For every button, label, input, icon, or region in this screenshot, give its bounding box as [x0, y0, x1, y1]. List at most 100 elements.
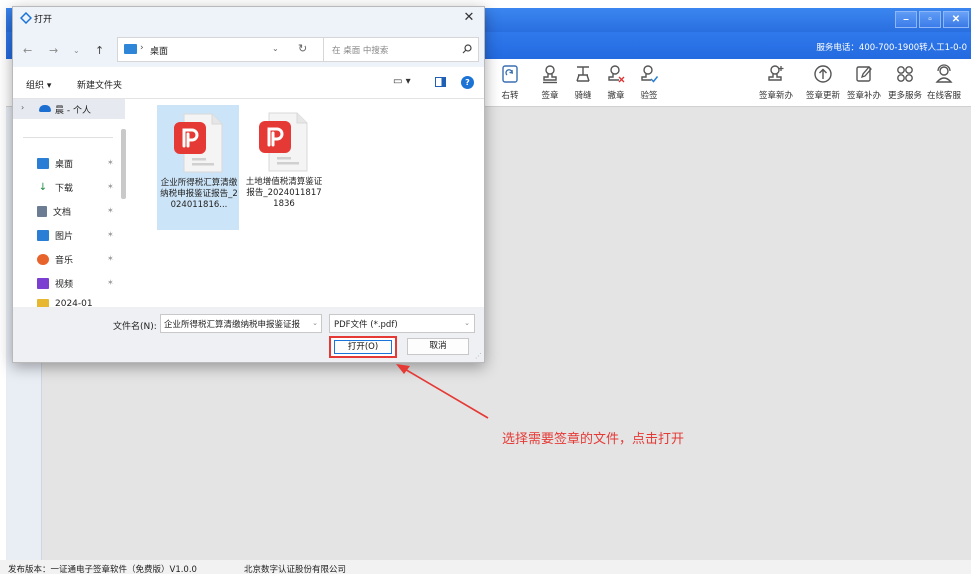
dialog-titlebar: 打开 ✕ [13, 7, 484, 29]
address-bar[interactable]: › 桌面 ⌄ ↻ [117, 37, 329, 62]
dialog-navigation-bar: ← → ⌄ ↑ › 桌面 ⌄ ↻ 在 桌面 中搜索 [13, 29, 484, 67]
search-placeholder: 在 桌面 中搜索 [332, 46, 389, 56]
stamp-icon [539, 63, 561, 85]
dialog-sidebar: › 晨 - 个人 桌面 ✶ ↓ 下载 ✶ 文档 ✶ 图片 ✶ 音乐 ✶ 视频 ✶… [13, 99, 129, 307]
sidebar-item-downloads[interactable]: ↓ 下载 [37, 180, 73, 194]
sidebar-item-pictures[interactable]: 图片 [37, 228, 73, 242]
toolbar-verify-button[interactable]: 验签 [629, 63, 669, 101]
filetype-chevron-icon: ⌄ [464, 319, 470, 327]
filetype-select[interactable]: PDF文件 (*.pdf) ⌄ [329, 314, 475, 333]
sidebar-item-videos[interactable]: 视频 [37, 276, 73, 290]
pdf-file-icon [259, 112, 308, 172]
forward-arrow-icon[interactable]: → [49, 44, 58, 57]
toolbar-online-support-button[interactable]: 在线客服 [924, 63, 964, 101]
recent-locations-chevron-icon[interactable]: ⌄ [73, 46, 80, 55]
toolbar-new-stamp-button[interactable]: 签章新办 [756, 63, 796, 101]
revoke-stamp-icon [605, 63, 627, 85]
new-stamp-icon [765, 63, 787, 85]
pin-icon: ✶ [107, 182, 114, 191]
toolbar-rotate-right-button[interactable]: 右转 [490, 63, 530, 101]
cloud-icon [39, 105, 51, 112]
download-icon: ↓ [38, 181, 48, 193]
sidebar-item-2024-01[interactable]: 2024-01 [37, 299, 93, 307]
status-company: 北京数字认证股份有限公司 [244, 565, 347, 575]
open-button[interactable]: 打开(O) [334, 340, 392, 354]
service-phone-text: 服务电话：400-700-1900转人工1-0-0 [816, 43, 967, 53]
dialog-command-bar: 组织 ▾ 新建文件夹 ▭ ▾ ? [13, 67, 484, 99]
status-version: 发布版本：一证通电子签章软件（免费版）V1.0.0 [8, 565, 197, 575]
desktop-icon [37, 157, 49, 169]
search-icon [462, 44, 472, 54]
toolbar-reissue-stamp-button[interactable]: 签章补办 [844, 63, 884, 101]
up-folder-arrow-icon[interactable]: ↑ [95, 44, 104, 57]
sidebar-item-music[interactable]: 音乐 [37, 252, 73, 266]
preview-pane-icon[interactable] [435, 77, 446, 87]
filename-dropdown-chevron-icon[interactable]: ⌄ [312, 319, 318, 327]
toolbar-label: 签章 [541, 91, 559, 101]
new-folder-button[interactable]: 新建文件夹 [77, 78, 122, 91]
seam-stamp-icon [572, 63, 594, 85]
sidebar-item-label: 2024-01 [55, 299, 93, 307]
back-arrow-icon[interactable]: ← [23, 44, 32, 57]
filename-value: 企业所得税汇算清缴纳税申报鉴证报 [164, 320, 301, 330]
toolbar-label: 签章更新 [805, 91, 840, 101]
close-app-button[interactable]: ✕ [943, 11, 969, 28]
view-options-icon[interactable]: ▭ ▾ [393, 76, 411, 87]
sidebar-item-label: 文档 [53, 207, 72, 218]
sidebar-item-personal[interactable]: › 晨 - 个人 [13, 99, 125, 119]
verify-signature-icon [638, 63, 660, 85]
status-bar: 发布版本：一证通电子签章软件（免费版）V1.0.0 北京数字认证股份有限公司 [0, 560, 971, 575]
breadcrumb-desktop[interactable]: 桌面 [150, 44, 168, 57]
resize-grip-icon[interactable]: ⋰ [475, 352, 482, 360]
video-icon [37, 277, 49, 289]
sidebar-item-label: 桌面 [55, 159, 74, 170]
help-icon[interactable]: ? [461, 76, 474, 89]
reissue-stamp-icon [853, 63, 875, 85]
open-button-highlight: 打开(O) [329, 336, 397, 358]
toolbar-more-services-button[interactable]: 更多服务 [885, 63, 925, 101]
sidebar-scrollbar[interactable] [121, 129, 126, 199]
file-item[interactable]: 企业所得税汇算清缴纳税申报鉴证报告_2024011816... [157, 105, 239, 230]
toolbar-label: 右转 [501, 91, 519, 101]
sidebar-item-label: 下载 [55, 183, 74, 194]
file-item[interactable]: 土地增值税清算鉴证报告_20240118171836 [243, 105, 325, 230]
file-list: 企业所得税汇算清缴纳税申报鉴证报告_2024011816... 土地增值税清算鉴… [129, 99, 484, 307]
expand-chevron-icon[interactable]: › [21, 103, 24, 112]
sidebar-item-label: 视频 [55, 279, 74, 290]
document-icon [37, 205, 47, 217]
sidebar-item-label: 晨 - 个人 [55, 106, 91, 116]
toolbar-label: 在线客服 [926, 91, 961, 101]
toolbar-label: 签章补办 [846, 91, 881, 101]
sidebar-item-desktop[interactable]: 桌面 [37, 156, 73, 170]
restore-button[interactable]: ▫ [919, 11, 941, 28]
filetype-value: PDF文件 (*.pdf) [334, 320, 398, 330]
toolbar-label: 撤章 [607, 91, 625, 101]
filename-input[interactable]: 企业所得税汇算清缴纳税申报鉴证报 ⌄ [160, 314, 322, 333]
pin-icon: ✶ [107, 254, 114, 263]
desktop-folder-icon [124, 44, 137, 54]
annotation-text: 选择需要签章的文件，点击打开 [502, 432, 685, 447]
minimize-button[interactable]: – [895, 11, 917, 28]
more-services-icon [894, 63, 916, 85]
picture-icon [37, 229, 49, 241]
sidebar-item-label: 音乐 [55, 255, 74, 266]
toolbar-label: 更多服务 [887, 91, 922, 101]
toolbar-label: 验签 [640, 91, 658, 101]
rotate-right-icon [499, 63, 521, 85]
search-input[interactable]: 在 桌面 中搜索 [323, 37, 479, 62]
refresh-icon[interactable]: ↻ [298, 42, 307, 55]
sidebar-item-label: 图片 [55, 231, 74, 242]
address-dropdown-chevron-icon[interactable]: ⌄ [272, 44, 279, 53]
organize-menu-button[interactable]: 组织 ▾ [26, 78, 51, 91]
dialog-app-icon [20, 12, 32, 24]
open-file-dialog: 打开 ✕ ← → ⌄ ↑ › 桌面 ⌄ ↻ 在 桌面 中搜索 组织 ▾ 新建文件… [12, 6, 485, 363]
dialog-close-icon[interactable]: ✕ [460, 9, 478, 27]
toolbar-label: 签章新办 [758, 91, 793, 101]
toolbar-update-stamp-button[interactable]: 签章更新 [803, 63, 843, 101]
dialog-title: 打开 [34, 15, 53, 25]
sidebar-item-documents[interactable]: 文档 [37, 204, 71, 218]
filename-label: 文件名(N): [113, 322, 157, 332]
cancel-button[interactable]: 取消 [407, 338, 469, 355]
pin-icon: ✶ [107, 278, 114, 287]
pdf-file-icon [174, 113, 223, 173]
